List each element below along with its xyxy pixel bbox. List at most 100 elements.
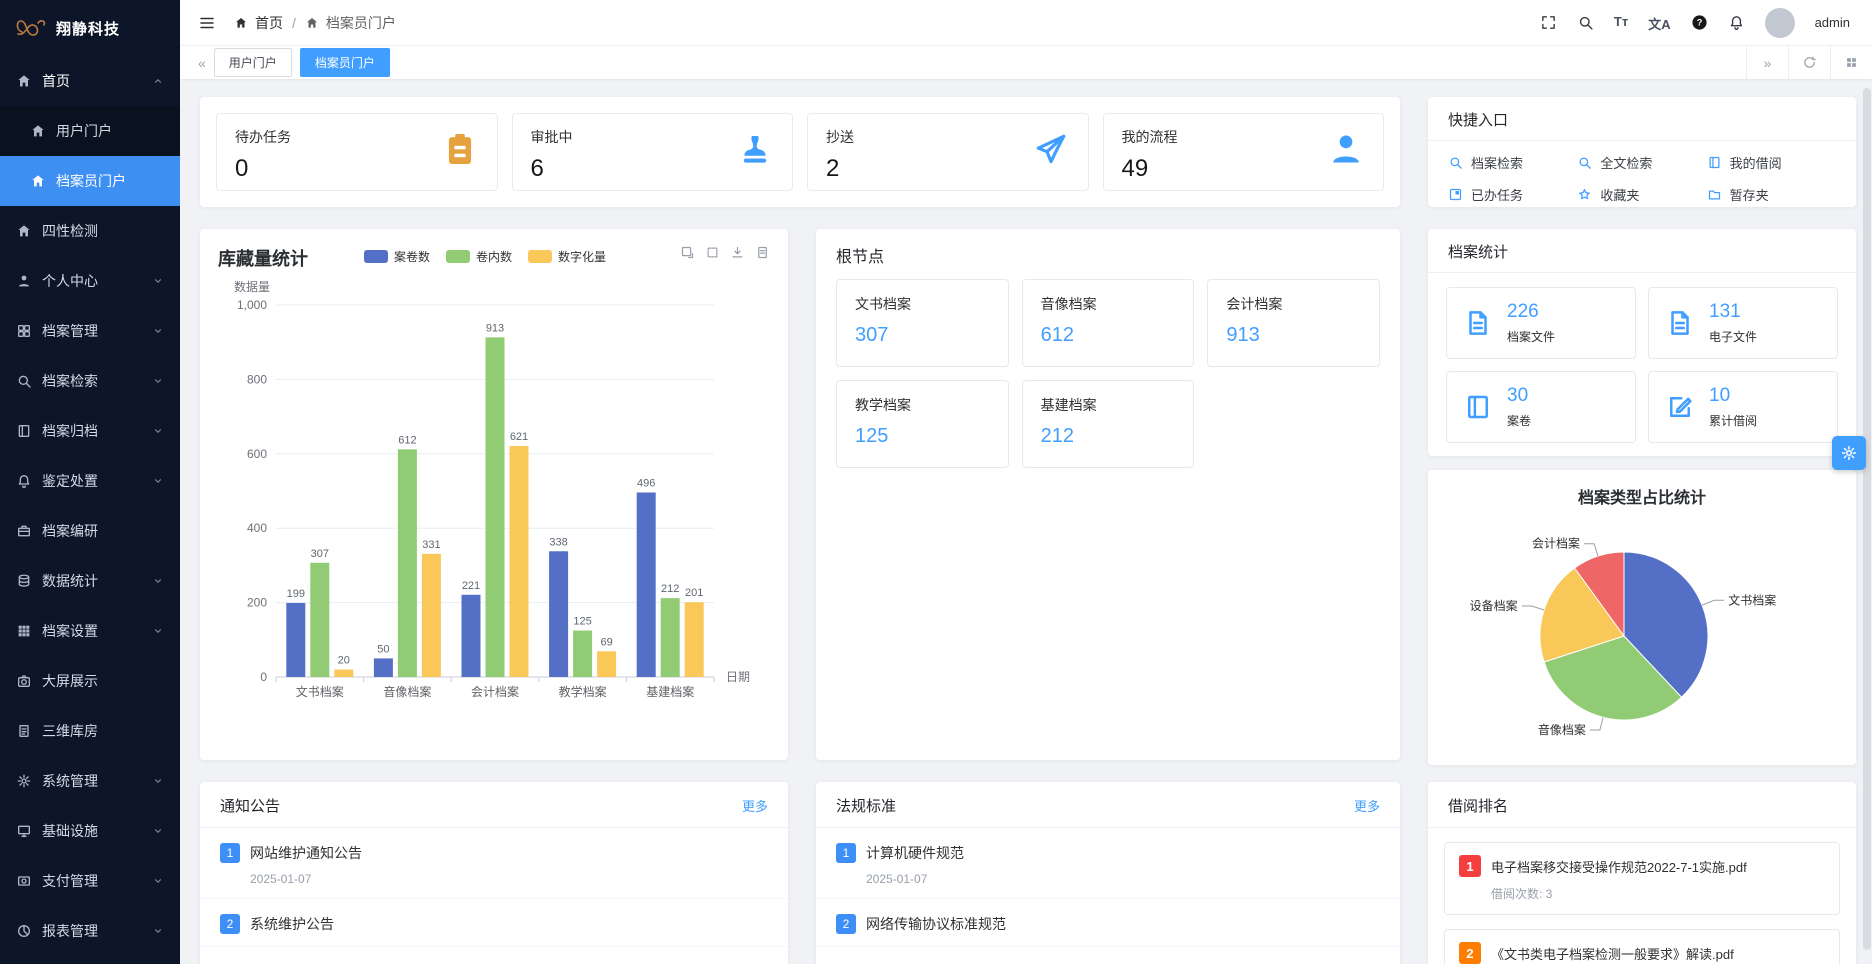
- notices-more-link[interactable]: 更多: [742, 796, 768, 815]
- restore-icon[interactable]: [705, 245, 720, 260]
- legend-item-2[interactable]: 数字化量: [528, 248, 606, 265]
- sidebar-item-18[interactable]: 工作流程: [0, 956, 180, 964]
- sidebar-item-3[interactable]: 四性检测: [0, 206, 180, 256]
- quick-link-5[interactable]: 暂存夹: [1707, 185, 1836, 204]
- quick-link-label: 档案检索: [1471, 153, 1523, 172]
- download-icon[interactable]: [730, 245, 745, 260]
- root-node-card-2[interactable]: 会计档案913: [1207, 279, 1380, 367]
- home-icon: [234, 16, 248, 30]
- legend-item-0[interactable]: 案卷数: [364, 248, 430, 265]
- sidebar-item-8[interactable]: 鉴定处置: [0, 456, 180, 506]
- sidebar-item-9[interactable]: 档案编研: [0, 506, 180, 556]
- stat-card-1[interactable]: 审批中6: [512, 113, 794, 191]
- font-size-icon[interactable]: Tт: [1614, 14, 1628, 31]
- quick-link-3[interactable]: 已办任务: [1448, 185, 1577, 204]
- root-card-value: 612: [1041, 324, 1176, 347]
- archive-stat-card-0[interactable]: 226档案文件: [1446, 287, 1636, 359]
- archive-stat-label: 电子文件: [1709, 328, 1757, 345]
- quick-link-1[interactable]: 全文检索: [1577, 153, 1706, 172]
- zoom-box-icon[interactable]: [680, 245, 695, 260]
- sidebar-item-10[interactable]: 数据统计: [0, 556, 180, 606]
- root-node-card-3[interactable]: 教学档案125: [836, 380, 1009, 468]
- hamburger-icon[interactable]: [198, 14, 216, 32]
- root-card-value: 125: [855, 425, 990, 448]
- tab-0[interactable]: 用户门户: [214, 48, 292, 77]
- sidebar-item-16[interactable]: 支付管理: [0, 856, 180, 906]
- breadcrumb-home[interactable]: 首页: [255, 13, 283, 33]
- chevron-down-icon: [152, 875, 164, 887]
- grid-view-icon[interactable]: [1830, 46, 1872, 80]
- data-view-icon[interactable]: [755, 245, 770, 260]
- refresh-icon[interactable]: [1788, 46, 1830, 80]
- scrollbar-thumb[interactable]: [1863, 88, 1871, 950]
- stat-card-3[interactable]: 我的流程49: [1103, 113, 1385, 191]
- item-title: 电子档案移交接受操作规范2022-7-1实施.pdf: [1491, 857, 1747, 876]
- help-icon[interactable]: ?: [1691, 14, 1708, 31]
- svg-text:338: 338: [549, 536, 567, 548]
- fullscreen-icon[interactable]: [1540, 14, 1557, 31]
- svg-text:20: 20: [338, 655, 350, 667]
- double-arrow-right-icon[interactable]: »: [1746, 46, 1788, 80]
- sidebar-item-label: 个人中心: [42, 271, 98, 291]
- sidebar-item-5[interactable]: 档案管理: [0, 306, 180, 356]
- laws-more-link[interactable]: 更多: [1354, 796, 1380, 815]
- archive-stat-card-1[interactable]: 131电子文件: [1648, 287, 1838, 359]
- home-icon: [16, 73, 32, 89]
- tab-1[interactable]: 档案员门户: [300, 48, 390, 77]
- sidebar-item-15[interactable]: 基础设施: [0, 806, 180, 856]
- archive-stat-card-2[interactable]: 30案卷: [1446, 371, 1636, 443]
- ranking-item-1[interactable]: 2《文书类电子档案检测一般要求》解读.pdf: [1444, 929, 1840, 964]
- ranking-item-0[interactable]: 1电子档案移交接受操作规范2022-7-1实施.pdf借阅次数: 3: [1444, 842, 1840, 915]
- legend-label: 卷内数: [476, 248, 512, 265]
- law-item-1[interactable]: 2网络传输协议标准规范: [816, 899, 1400, 947]
- sidebar-item-label: 档案管理: [42, 321, 98, 341]
- stat-card-0[interactable]: 待办任务0: [216, 113, 498, 191]
- bell-icon[interactable]: [1728, 14, 1745, 31]
- quick-link-label: 收藏夹: [1600, 185, 1639, 204]
- stat-card-label: 待办任务: [235, 127, 291, 147]
- double-arrow-left-icon[interactable]: «: [190, 55, 214, 71]
- username[interactable]: admin: [1815, 15, 1850, 30]
- settings-fab[interactable]: [1832, 436, 1866, 470]
- sidebar-item-17[interactable]: 报表管理: [0, 906, 180, 956]
- file-icon: [1463, 308, 1493, 338]
- root-node-card-0[interactable]: 文书档案307: [836, 279, 1009, 367]
- root-card-value: 307: [855, 324, 990, 347]
- sidebar-item-0[interactable]: 首页: [0, 56, 180, 106]
- translate-icon[interactable]: 文A: [1648, 14, 1670, 31]
- sidebar-item-12[interactable]: 大屏展示: [0, 656, 180, 706]
- sidebar-item-14[interactable]: 系统管理: [0, 756, 180, 806]
- clipboard-icon: [441, 130, 479, 168]
- sidebar-item-4[interactable]: 个人中心: [0, 256, 180, 306]
- tabs: 用户门户档案员门户: [214, 48, 398, 77]
- item-row: 1网站维护通知公告: [220, 843, 768, 863]
- law-item-0[interactable]: 1计算机硬件规范2025-01-07: [816, 828, 1400, 899]
- root-node-card-1[interactable]: 音像档案 612: [1022, 279, 1195, 367]
- notice-item-1[interactable]: 2系统维护公告: [200, 899, 788, 947]
- root-node-card-4[interactable]: 基建档案212: [1022, 380, 1195, 468]
- quick-link-2[interactable]: 我的借阅: [1707, 153, 1836, 172]
- legend-item-1[interactable]: 卷内数: [446, 248, 512, 265]
- pie-chart-title: 档案类型占比统计: [1428, 484, 1856, 508]
- search-icon[interactable]: [1577, 14, 1594, 31]
- send-icon: [1032, 130, 1070, 168]
- sidebar-item-1[interactable]: 用户门户: [0, 106, 180, 156]
- archive-stat-card-3[interactable]: 10累计借阅: [1648, 371, 1838, 443]
- svg-text:设备档案: 设备档案: [1470, 598, 1518, 613]
- avatar[interactable]: [1765, 8, 1795, 38]
- svg-text:会计档案: 会计档案: [471, 684, 519, 699]
- notice-item-0[interactable]: 1网站维护通知公告2025-01-07: [200, 828, 788, 899]
- sidebar-item-2[interactable]: 档案员门户: [0, 156, 180, 206]
- briefcase-icon: [16, 523, 32, 539]
- sidebar-item-13[interactable]: 三维库房: [0, 706, 180, 756]
- archive-stats-title: 档案统计: [1428, 229, 1856, 273]
- sidebar-item-11[interactable]: 档案设置: [0, 606, 180, 656]
- sidebar-item-7[interactable]: 档案归档: [0, 406, 180, 456]
- stat-card-2[interactable]: 抄送2: [807, 113, 1089, 191]
- rank-number-badge: 1: [1459, 855, 1481, 877]
- quick-link-4[interactable]: 收藏夹: [1577, 185, 1706, 204]
- root-card-label: 音像档案: [1041, 294, 1176, 314]
- quick-link-0[interactable]: 档案检索: [1448, 153, 1577, 172]
- sidebar-item-6[interactable]: 档案检索: [0, 356, 180, 406]
- sidebar-menu: 首页用户门户档案员门户四性检测个人中心档案管理档案检索档案归档鉴定处置档案编研数…: [0, 56, 180, 964]
